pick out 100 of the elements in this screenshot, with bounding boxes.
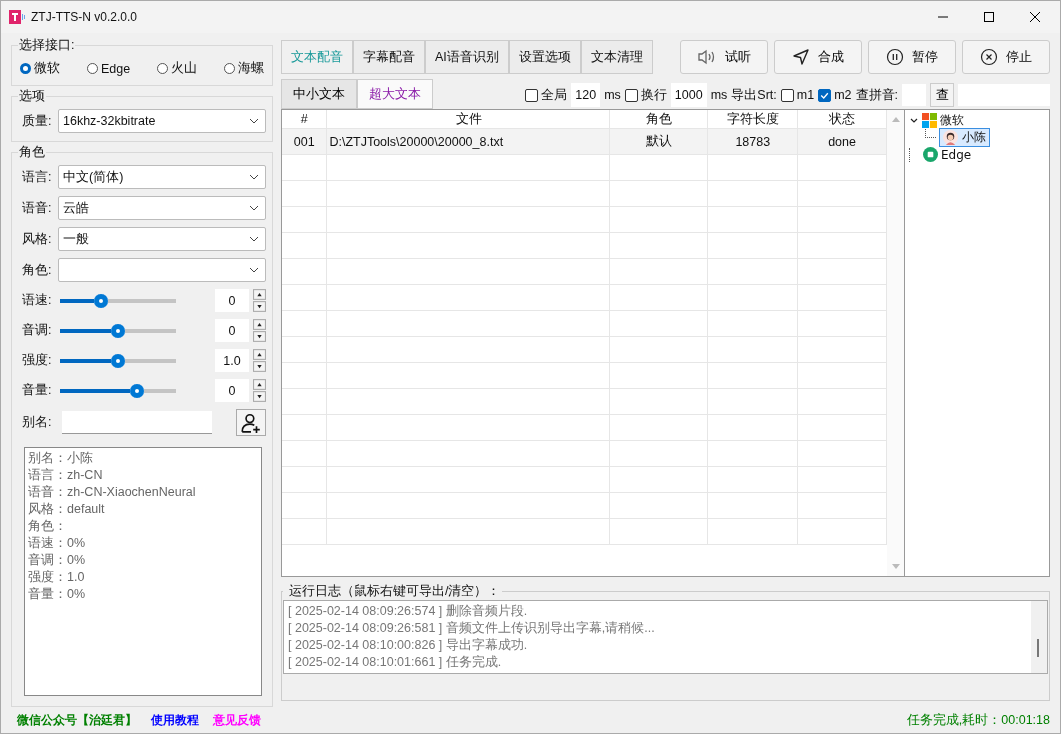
number-field[interactable]: 120 [571, 83, 601, 107]
status-text: 任务完成,耗时：00:01:18 [906, 711, 1050, 729]
info-line: 角色： [28, 518, 68, 535]
checkbox[interactable]: 全局 [525, 86, 568, 104]
number-field[interactable]: 0 [215, 289, 249, 312]
info-line: 风格：default [28, 501, 106, 518]
unit-label: ms [604, 88, 621, 102]
quality-dropdown[interactable]: 16khz-32kbitrate [58, 109, 266, 133]
alias-field[interactable] [62, 411, 212, 434]
chevron-down-icon [249, 236, 259, 242]
unit-label: ms [710, 88, 728, 102]
app-logo-icon [9, 9, 25, 25]
number-field[interactable]: 0 [215, 319, 249, 342]
info-line: 语速：0% [28, 535, 87, 552]
info-line: 别名：小陈 [28, 450, 94, 467]
field-label: 导出Srt: [731, 86, 777, 104]
spin-down-icon[interactable] [253, 361, 266, 372]
radio-option[interactable]: 海螺 [223, 60, 264, 77]
table-cell: 默认 [609, 129, 709, 154]
spin-down-icon[interactable] [253, 331, 266, 342]
table-cell: D:\ZTJTools\20000\20000_8.txt [327, 129, 610, 154]
maximize-icon[interactable] [984, 12, 994, 22]
field-label: 语速: [22, 292, 53, 309]
dropdown[interactable]: 一般 [58, 227, 266, 251]
tree-item[interactable]: 小陈 [939, 128, 990, 147]
field-label: 语音: [22, 199, 53, 217]
table-cell: 001 [282, 129, 328, 154]
close-icon[interactable] [1030, 12, 1040, 22]
number-field[interactable]: 0 [215, 379, 249, 402]
spin-up-icon[interactable] [253, 319, 266, 330]
avatar-icon [943, 130, 958, 145]
field-label: 质量: [22, 112, 53, 130]
radio-option[interactable]: 火山 [157, 60, 198, 77]
chevron-down-icon [249, 118, 259, 124]
table-cell: 18783 [708, 129, 799, 154]
add-user-button[interactable] [236, 409, 266, 436]
tab[interactable]: 超大文本 [357, 79, 433, 109]
info-line: 音量：0% [28, 586, 87, 603]
checkbox[interactable]: 换行 [624, 86, 667, 104]
spin-up-icon[interactable] [253, 379, 266, 390]
tab[interactable]: AI语音识别 [425, 40, 509, 74]
window-title: ZTJ-TTS-N v0.2.0.0 [31, 10, 137, 24]
tree-item[interactable]: Edge [941, 147, 972, 162]
radio-option[interactable]: 微软 [20, 60, 60, 77]
group-title: 选项 [18, 88, 46, 105]
chevron-down-icon [249, 205, 259, 211]
log-line: [ 2025-02-14 08:09:26:574 ] 删除音频片段. [288, 603, 529, 620]
field-label: 别名: [22, 414, 53, 431]
info-line: 强度：1.0 [28, 569, 86, 586]
checkbox[interactable]: m2 [818, 88, 852, 102]
dropdown[interactable]: 中文(简体) [58, 165, 266, 189]
stop-icon [980, 48, 998, 66]
info-line: 语音：zh-CN-XiaochenNeural [28, 484, 197, 501]
scrollbar-thumb[interactable] [1037, 639, 1039, 657]
radio-option[interactable]: Edge [86, 60, 131, 77]
lookup-button[interactable]: 查 [930, 83, 954, 107]
tab[interactable]: 设置选项 [508, 40, 581, 74]
tab[interactable]: 文本清理 [580, 40, 653, 74]
group-title: 运行日志（鼠标右键可导出/清空）： [288, 583, 502, 600]
group-title: 角色 [18, 144, 46, 161]
column-header: 文件 [327, 110, 610, 128]
info-line: 语言：zh-CN [28, 467, 104, 484]
spin-up-icon[interactable] [253, 289, 266, 300]
spin-down-icon[interactable] [253, 391, 266, 402]
field-label: 音调: [22, 322, 53, 339]
number-field[interactable]: 1.0 [215, 349, 249, 372]
number-field[interactable]: 1000 [670, 83, 707, 107]
action-button[interactable]: 暂停 [868, 40, 956, 74]
log-line: [ 2025-02-14 08:10:01:661 ] 任务完成. [288, 654, 503, 671]
pause-icon [886, 48, 904, 66]
badge-icon [923, 147, 938, 162]
footer-link[interactable]: 微信公众号【治廷君】 [17, 711, 137, 729]
log-line: [ 2025-02-14 08:09:26:581 ] 音频文件上传识别导出字幕,请稍候... [288, 620, 656, 637]
field-label: 语言: [22, 168, 53, 186]
field-label: 音量: [22, 382, 53, 399]
action-button[interactable]: 试听 [680, 40, 768, 74]
send-icon [792, 48, 810, 66]
field-label: 查拼音: [855, 86, 898, 104]
field-label: 风格: [22, 230, 53, 248]
field-label: 角色: [22, 261, 53, 279]
spin-up-icon[interactable] [253, 349, 266, 360]
action-button[interactable]: 停止 [962, 40, 1050, 74]
tab[interactable]: 中小文本 [281, 79, 357, 109]
windows-logo-icon [922, 113, 937, 128]
group-title: 选择接口: [18, 37, 76, 54]
footer-link[interactable]: 使用教程 [151, 711, 199, 729]
chevron-down-icon [249, 267, 259, 273]
speaker-icon [697, 49, 717, 65]
column-header: 字符长度 [708, 110, 799, 128]
column-header: # [282, 110, 328, 128]
action-button[interactable]: 合成 [774, 40, 862, 74]
column-header: 角色 [609, 110, 709, 128]
checkbox[interactable]: m1 [780, 88, 815, 102]
log-line: [ 2025-02-14 08:10:00:826 ] 导出字幕成功. [288, 637, 529, 654]
tab[interactable]: 字幕配音 [353, 40, 425, 74]
dropdown[interactable]: 云皓 [58, 196, 266, 220]
spin-down-icon[interactable] [253, 301, 266, 312]
info-line: 音调：0% [28, 552, 87, 569]
chevron-down-icon [249, 174, 259, 180]
tree-item[interactable]: 微软 [940, 112, 964, 129]
